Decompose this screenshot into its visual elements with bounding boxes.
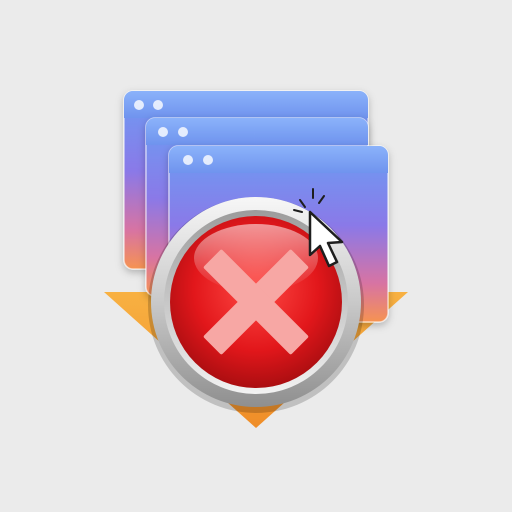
app-icon-artwork <box>104 90 408 428</box>
app-icon <box>0 0 512 512</box>
close-x-icon <box>148 197 364 413</box>
